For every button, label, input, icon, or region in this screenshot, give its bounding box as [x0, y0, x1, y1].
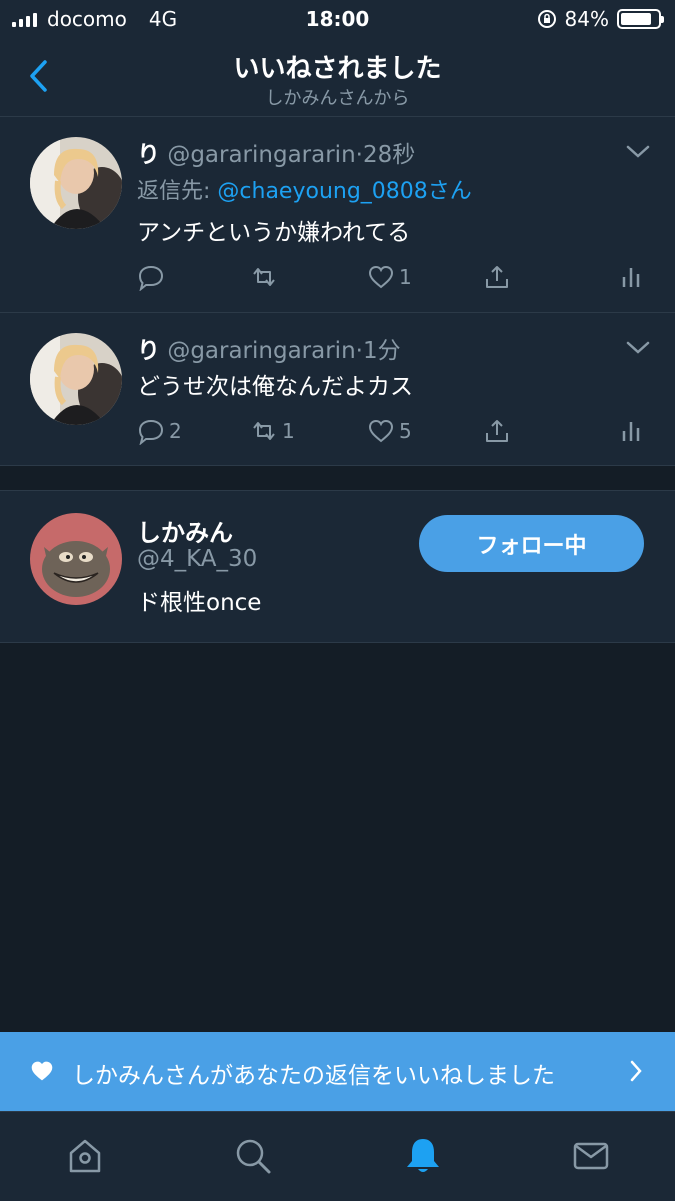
- tab-notifications[interactable]: [399, 1132, 447, 1180]
- tab-bar: [0, 1111, 675, 1201]
- like-count: 5: [399, 419, 412, 443]
- user-card[interactable]: しかみん @4_KA_30 ド根性once フォロー中: [0, 490, 675, 643]
- reply-mention-link[interactable]: @chaeyoung_0808さん: [217, 179, 471, 204]
- search-icon: [236, 1139, 271, 1174]
- analytics-button[interactable]: [617, 417, 645, 445]
- like-count: 1: [399, 265, 412, 289]
- battery-percent: 84%: [564, 7, 609, 31]
- retweet-icon: [253, 422, 275, 440]
- following-button[interactable]: フォロー中: [419, 515, 644, 572]
- reply-button[interactable]: 2: [137, 417, 182, 445]
- reply-button[interactable]: [137, 263, 169, 291]
- nav-bar: いいねされました しかみんさんから: [0, 38, 675, 117]
- mail-icon: [573, 1142, 609, 1170]
- tweet-actions: 2 1 5: [137, 417, 647, 451]
- tab-messages[interactable]: [567, 1132, 615, 1180]
- reply-prefix: 返信先:: [137, 179, 218, 204]
- user-name[interactable]: しかみん: [137, 513, 233, 548]
- analytics-icon: [622, 268, 640, 287]
- chevron-right-icon: [630, 1060, 642, 1082]
- user-handle[interactable]: @4_KA_30: [137, 546, 257, 572]
- tweet-item[interactable]: り @gararingararin·28秒 返信先: @chaeyoung_08…: [0, 117, 675, 313]
- tweet-header: り @gararingararin·1分: [137, 331, 401, 365]
- reply-icon: [138, 419, 164, 445]
- tweet-text: アンチというか嫌われてる: [137, 220, 411, 246]
- tab-search[interactable]: [229, 1132, 277, 1180]
- notification-text: しかみんさんがあなたの返信をいいねしました: [72, 1063, 555, 1089]
- battery-level: [621, 13, 652, 25]
- heart-icon: [368, 419, 394, 443]
- like-button[interactable]: 5: [367, 417, 412, 445]
- reply-count: 2: [169, 419, 182, 443]
- page-subtitle: しかみんさんから: [265, 88, 410, 109]
- avatar[interactable]: [30, 333, 122, 425]
- retweet-button[interactable]: [250, 263, 282, 291]
- chevron-down-icon[interactable]: [625, 143, 651, 161]
- status-bar: docomo 4G 18:00 84%: [0, 0, 675, 38]
- bell-icon: [407, 1139, 439, 1172]
- like-notification-banner[interactable]: しかみんさんがあなたの返信をいいねしました: [0, 1032, 675, 1111]
- tweet-author-name[interactable]: り: [137, 142, 160, 168]
- reply-icon: [138, 265, 164, 291]
- status-right: 84%: [537, 7, 664, 31]
- like-button[interactable]: 1: [367, 263, 412, 291]
- retweet-icon: [253, 268, 275, 286]
- tab-home[interactable]: [61, 1132, 109, 1180]
- heart-icon: [31, 1061, 53, 1081]
- heart-icon: [368, 265, 394, 289]
- analytics-icon: [622, 422, 640, 441]
- tweet-timestamp: 1分: [362, 338, 401, 364]
- separator-dot: ·: [355, 142, 363, 168]
- user-bio: ド根性once: [137, 590, 262, 616]
- tweet-author-handle[interactable]: @gararingararin: [167, 338, 355, 364]
- orientation-lock-icon: [537, 10, 556, 28]
- battery-icon: [617, 9, 664, 29]
- share-button[interactable]: [483, 417, 511, 445]
- tweet-item[interactable]: り @gararingararin·1分 どうせ次は俺なんだよカス 2 1 5: [0, 313, 675, 466]
- user-avatar[interactable]: [30, 513, 122, 605]
- retweet-button[interactable]: 1: [250, 417, 295, 445]
- tweet-timestamp: 28秒: [362, 142, 416, 168]
- avatar[interactable]: [30, 137, 122, 229]
- separator-dot: ·: [355, 338, 363, 364]
- tweet-header: り @gararingararin·28秒: [137, 135, 415, 169]
- share-icon: [486, 266, 508, 288]
- home-icon: [69, 1139, 101, 1173]
- chevron-down-icon[interactable]: [625, 339, 651, 357]
- tweet-text: どうせ次は俺なんだよカス: [137, 374, 413, 400]
- reply-context: 返信先: @chaeyoung_0808さん: [137, 173, 472, 205]
- tweet-actions: 1: [137, 263, 647, 297]
- analytics-button[interactable]: [617, 263, 645, 291]
- page-title: いいねされました: [233, 54, 442, 84]
- retweet-count: 1: [282, 419, 295, 443]
- share-button[interactable]: [483, 263, 511, 291]
- share-icon: [486, 420, 508, 442]
- tweet-author-handle[interactable]: @gararingararin: [167, 142, 355, 168]
- tweet-author-name[interactable]: り: [137, 338, 160, 364]
